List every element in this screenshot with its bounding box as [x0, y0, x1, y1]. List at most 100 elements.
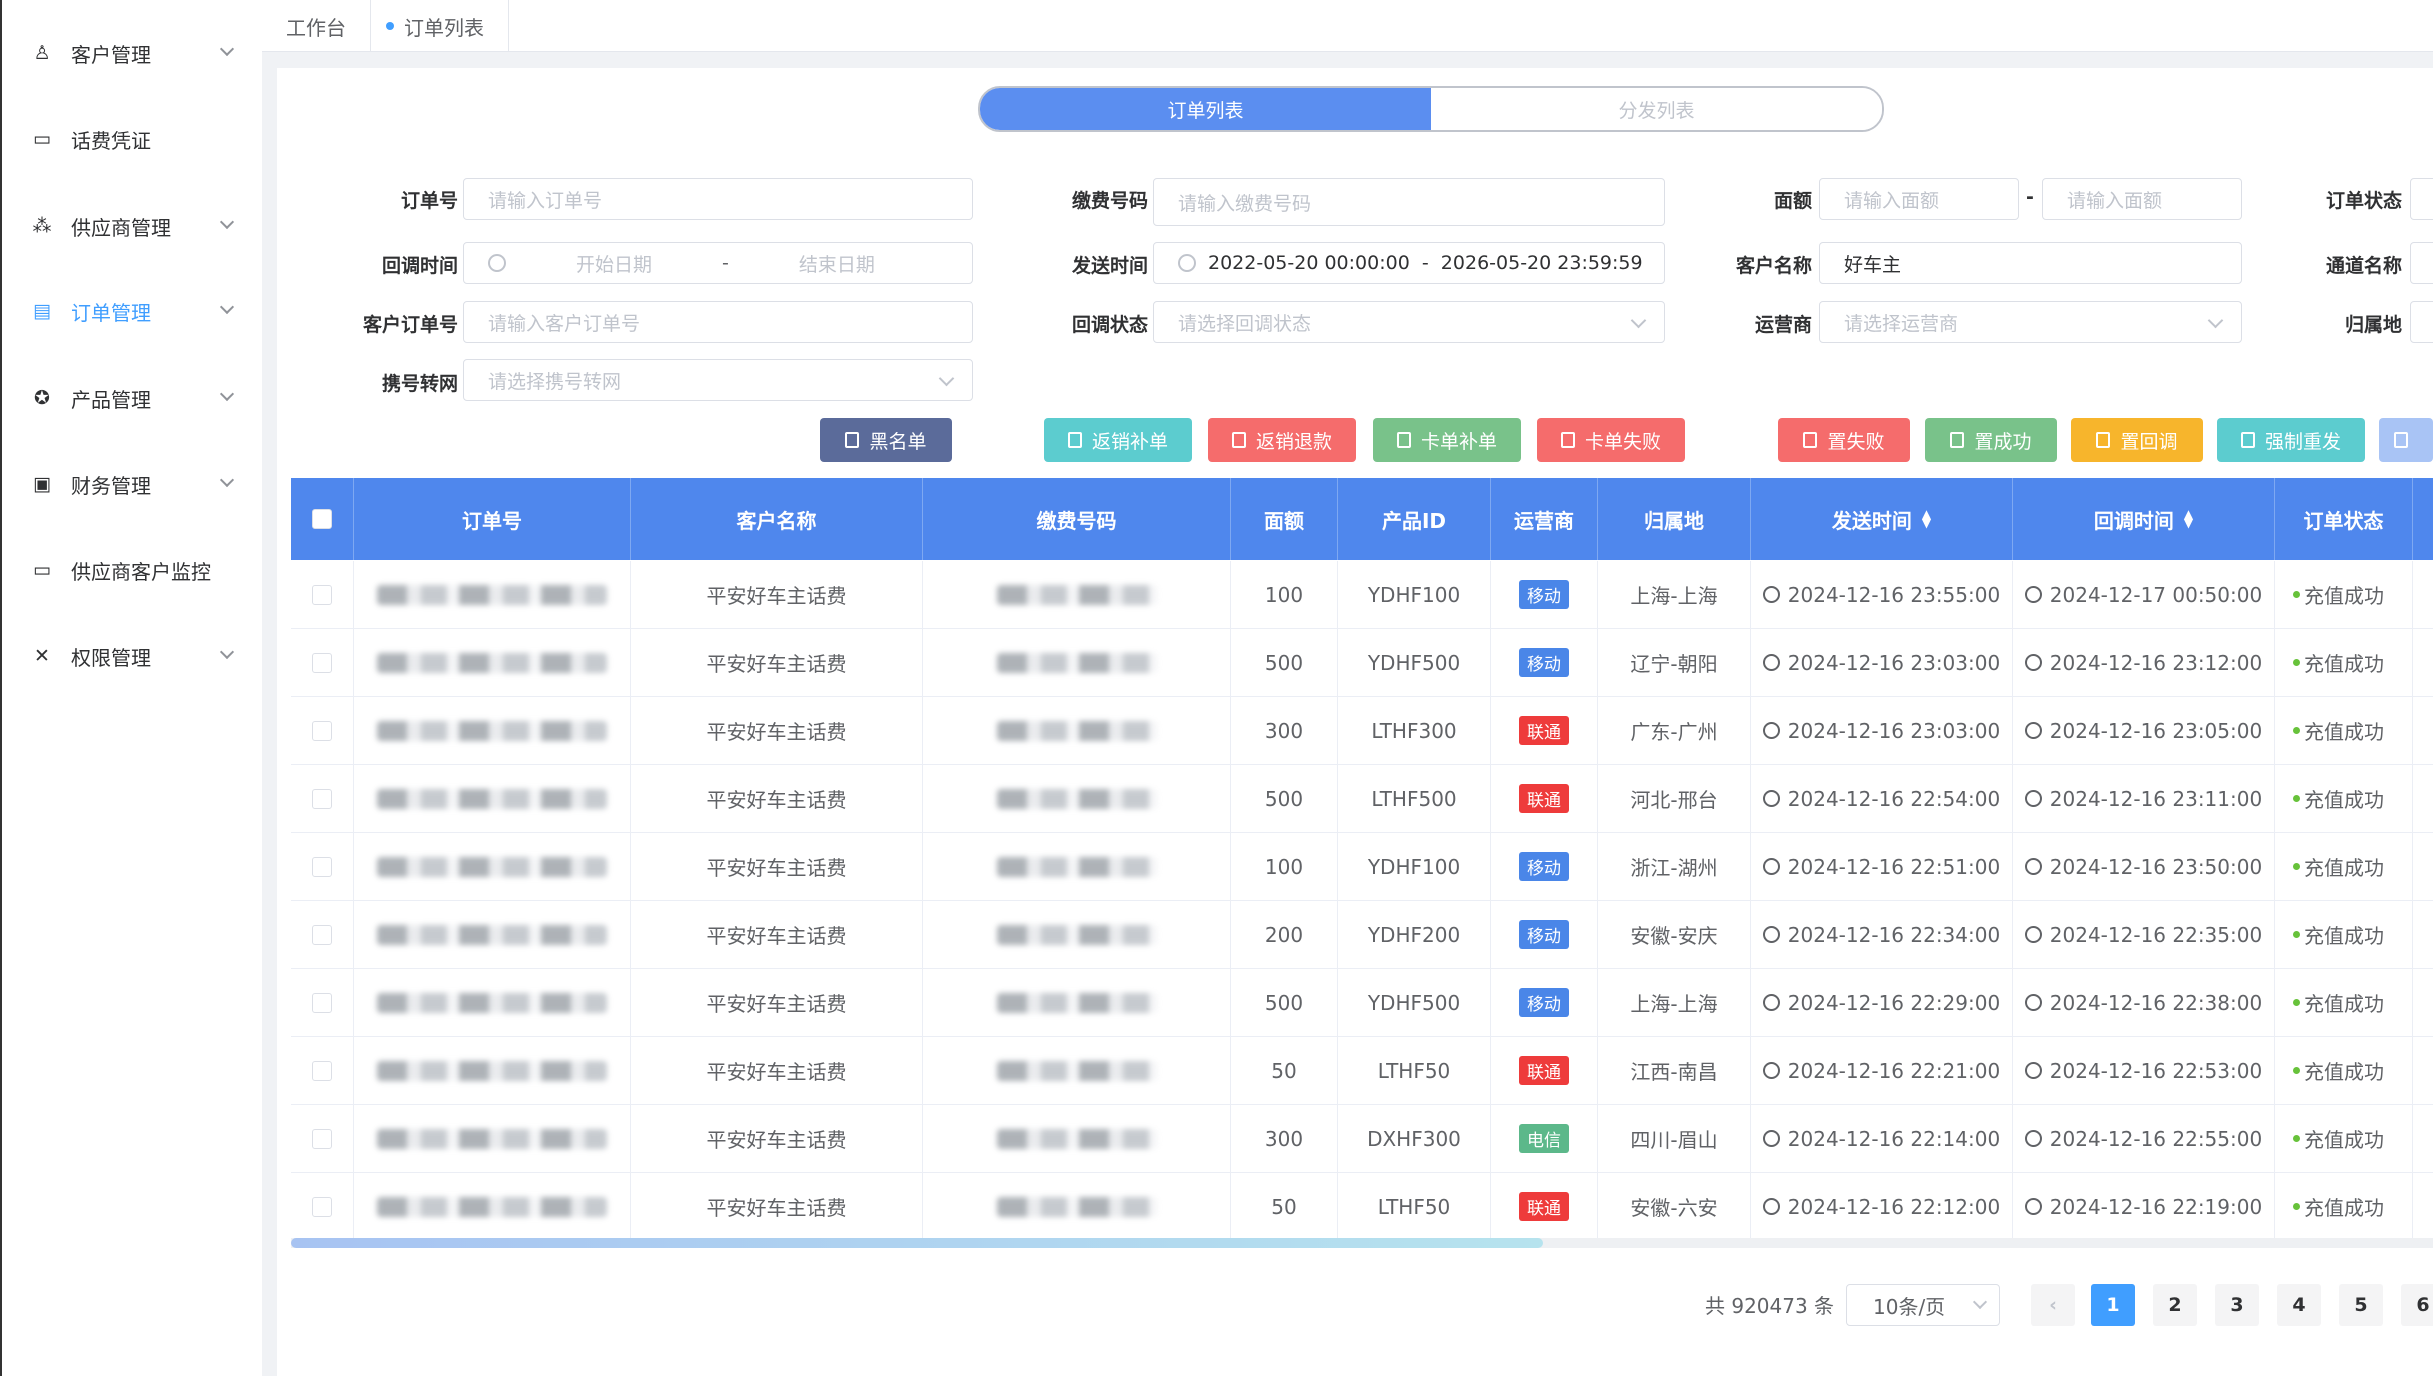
reversal-refund-button[interactable]: 返销退款 — [1208, 418, 1356, 462]
segment-dispatch-list[interactable]: 分发列表 — [1431, 88, 1882, 130]
blacklist-button[interactable]: 黑名单 — [820, 418, 952, 462]
order-status-label: 订单状态 — [2325, 190, 2402, 212]
customer-order-no-label: 客户订单号 — [362, 314, 458, 336]
carrier-cell: 联通 — [1491, 1037, 1598, 1104]
region-select[interactable] — [2410, 301, 2433, 343]
col-callback-time[interactable]: 回调时间 ▲ ▼ — [2013, 478, 2275, 560]
carrier-select[interactable]: 请选择运营商 — [1819, 301, 2242, 343]
sidebar-item-3[interactable]: ▤ 订单管理 — [2, 268, 264, 354]
tab-order-list[interactable]: 订单列表 — [362, 0, 509, 52]
amount-value: 50 — [1271, 1058, 1297, 1083]
document-icon — [1803, 432, 1818, 448]
pay-number-input[interactable]: 请输入缴费号码 — [1153, 178, 1665, 226]
set-fail-button[interactable]: 置失败 — [1778, 418, 1910, 462]
row-checkbox[interactable] — [312, 1128, 332, 1149]
row-checkbox[interactable] — [312, 992, 332, 1013]
set-success-button[interactable]: 置成功 — [1925, 418, 2057, 462]
denomination-min-input[interactable]: 请输入面额 — [1819, 178, 2019, 220]
table-row[interactable]: 平安好车主话费 500 YDHF500 移动 上海-上海 2024-12-16 22:29… — [291, 969, 2433, 1037]
customer-name-input[interactable]: 好车主 — [1819, 242, 2242, 284]
denomination-max-input[interactable]: 请输入面额 — [2042, 178, 2242, 220]
more-button[interactable] — [2379, 418, 2433, 462]
sort-icon[interactable]: ▲ ▼ — [1922, 508, 1931, 529]
monitor-icon: ▭ — [33, 559, 51, 581]
table-row[interactable]: 平安好车主话费 500 LTHF500 联通 河北-邢台 2024-12-16 22:54… — [291, 765, 2433, 833]
customer-cell: 平安好车主话费 — [631, 833, 923, 900]
table-row[interactable]: 平安好车主话费 50 LTHF50 联通 安徽-六安 2024-12-16 22:12:0… — [291, 1173, 2433, 1241]
order-no-cell — [354, 629, 631, 696]
sidebar-item-0[interactable]: ♙ 客户管理 — [2, 10, 264, 96]
page-button[interactable]: 6 — [2401, 1284, 2433, 1326]
send-time-value: 2024-12-16 22:29:00 — [1787, 990, 2001, 1015]
horizontal-scrollbar[interactable] — [291, 1238, 2433, 1248]
page-size-select[interactable]: 10条/页 — [1846, 1284, 2000, 1326]
segment-order-list[interactable]: 订单列表 — [980, 88, 1431, 130]
sidebar-item-5[interactable]: ▣ 财务管理 — [2, 441, 264, 527]
row-checkbox[interactable] — [312, 652, 332, 673]
order-no-cell — [354, 561, 631, 628]
channel-name-label: 通道名称 — [2325, 255, 2402, 277]
callback-end-date[interactable]: 结束日期 — [799, 250, 875, 277]
customer-value: 平安好车主话费 — [706, 1128, 847, 1152]
stuck-fail-label: 卡单失败 — [1584, 430, 1661, 453]
order-no-cell — [354, 901, 631, 968]
row-checkbox[interactable] — [312, 856, 332, 877]
port-transfer-select[interactable]: 请选择携号转网 — [463, 359, 973, 401]
active-dot-icon — [386, 22, 394, 30]
table-row[interactable]: 平安好车主话费 100 YDHF100 移动 浙江-湖州 2024-12-16 22:51… — [291, 833, 2433, 901]
order-no-input[interactable]: 请输入订单号 — [463, 178, 973, 220]
sort-icon[interactable]: ▲ ▼ — [2184, 508, 2193, 529]
order-status-select[interactable] — [2410, 178, 2433, 220]
scrollbar-thumb[interactable] — [291, 1238, 1543, 1248]
channel-name-input[interactable] — [2410, 242, 2433, 284]
table-row[interactable]: 平安好车主话费 100 YDHF100 移动 上海-上海 2024-12-16 23:55… — [291, 561, 2433, 629]
row-checkbox[interactable] — [312, 788, 332, 809]
sidebar-item-6[interactable]: ▭ 供应商客户监控 — [2, 527, 264, 613]
sidebar-item-1[interactable]: ▭ 话费凭证 — [2, 96, 264, 182]
row-checkbox[interactable] — [312, 1060, 332, 1081]
table-row[interactable]: 平安好车主话费 200 YDHF200 移动 安徽-安庆 2024-12-16 22:34… — [291, 901, 2433, 969]
customer-order-no-input[interactable]: 请输入客户订单号 — [463, 301, 973, 343]
set-callback-button[interactable]: 置回调 — [2071, 418, 2203, 462]
status-value: 充值成功 — [2304, 856, 2384, 880]
page-button[interactable]: 4 — [2277, 1284, 2321, 1326]
table-row[interactable]: 平安好车主话费 300 DXHF300 电信 四川-眉山 2024-12-16 22:14… — [291, 1105, 2433, 1173]
customer-value: 平安好车主话费 — [706, 1060, 847, 1084]
send-time-cell: 2024-12-16 22:29:00 — [1751, 969, 2013, 1036]
table-row[interactable]: 平安好车主话费 300 LTHF300 联通 广东-广州 2024-12-16 23:03… — [291, 697, 2433, 765]
region-cell: 上海-上海 — [1598, 969, 1751, 1036]
send-time-range[interactable]: 2022-05-20 00:00:00 - 2026-05-20 23:59:5… — [1153, 242, 1665, 284]
customer-value: 平安好车主话费 — [706, 720, 847, 744]
callback-time-range[interactable]: 开始日期 - 结束日期 — [463, 242, 973, 284]
table-row[interactable]: 平安好车主话费 500 YDHF500 移动 辽宁-朝阳 2024-12-16 23:03… — [291, 629, 2433, 697]
row-checkbox[interactable] — [312, 720, 332, 741]
callback-start-date[interactable]: 开始日期 — [576, 250, 652, 277]
stuck-fail-button[interactable]: 卡单失败 — [1537, 418, 1685, 462]
customer-cell: 平安好车主话费 — [631, 561, 923, 628]
callback-status-placeholder: 请选择回调状态 — [1178, 312, 1312, 335]
row-checkbox[interactable] — [312, 1196, 332, 1217]
row-select-cell — [291, 901, 354, 968]
callback-status-select[interactable]: 请选择回调状态 — [1153, 301, 1665, 343]
set-callback-label: 置回调 — [2120, 430, 2178, 453]
row-checkbox[interactable] — [312, 584, 332, 605]
sidebar-item-4[interactable]: ✪ 产品管理 — [2, 355, 264, 441]
sidebar-item-2[interactable]: ⁂ 供应商管理 — [2, 183, 264, 269]
prev-page-button[interactable]: ‹ — [2031, 1284, 2075, 1326]
row-checkbox[interactable] — [312, 924, 332, 945]
status-dot-icon — [2293, 795, 2300, 802]
tab-workbench[interactable]: 工作台 — [262, 0, 371, 52]
sidebar-item-7[interactable]: ✕ 权限管理 — [2, 613, 264, 699]
page-button[interactable]: 2 — [2153, 1284, 2197, 1326]
page-button[interactable]: 1 — [2091, 1284, 2135, 1326]
region-cell: 安徽-安庆 — [1598, 901, 1751, 968]
select-all-checkbox[interactable] — [312, 509, 332, 529]
clock-icon — [1762, 994, 1780, 1011]
page-button[interactable]: 5 — [2339, 1284, 2383, 1326]
col-send-time[interactable]: 发送时间 ▲ ▼ — [1751, 478, 2013, 560]
reversal-refill-button[interactable]: 返销补单 — [1044, 418, 1192, 462]
force-resend-button[interactable]: 强制重发 — [2217, 418, 2365, 462]
page-button[interactable]: 3 — [2215, 1284, 2259, 1326]
table-row[interactable]: 平安好车主话费 50 LTHF50 联通 江西-南昌 2024-12-16 22:21:0… — [291, 1037, 2433, 1105]
stuck-refill-button[interactable]: 卡单补单 — [1373, 418, 1521, 462]
